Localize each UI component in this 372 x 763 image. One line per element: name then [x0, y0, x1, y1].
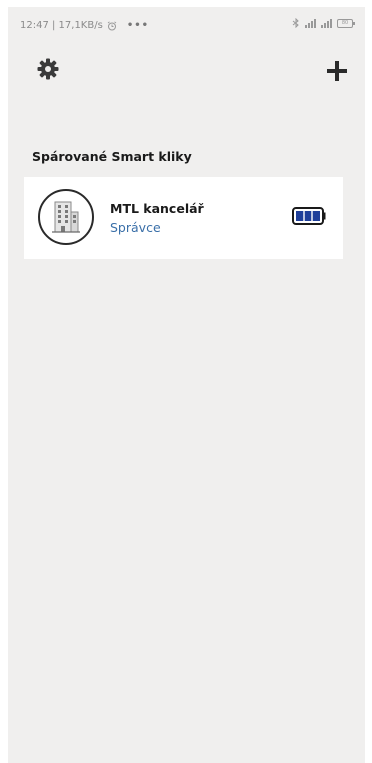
status-bar: 12:47 | 17,1KB/s ••• 80: [8, 7, 365, 37]
status-bar-left: 12:47 | 17,1KB/s •••: [20, 20, 149, 31]
status-battery-text: 80: [341, 19, 349, 26]
signal-icon-1: [305, 18, 316, 28]
device-role: Správce: [110, 220, 161, 235]
device-name: MTL kancelář: [110, 201, 204, 216]
add-device-button[interactable]: [325, 59, 349, 83]
bluetooth-icon: [292, 18, 299, 28]
gear-icon: [37, 58, 59, 80]
building-icon: [52, 201, 80, 233]
settings-button[interactable]: [36, 57, 60, 81]
app-screen: 12:47 | 17,1KB/s ••• 80 Spárované Smart …: [8, 7, 365, 763]
signal-icon-2: [321, 18, 332, 28]
device-avatar: [38, 189, 94, 245]
status-more-dots: •••: [126, 20, 149, 31]
status-bar-right: 80: [292, 18, 355, 28]
section-title: Spárované Smart kliky: [32, 149, 192, 164]
status-battery-icon: 80: [337, 18, 355, 28]
plus-icon: [327, 61, 347, 81]
status-time-speed: 12:47 | 17,1KB/s: [20, 20, 103, 31]
battery-full-icon: [292, 206, 326, 226]
device-card[interactable]: MTL kancelář Správce: [24, 177, 343, 259]
alarm-icon: [107, 20, 117, 30]
